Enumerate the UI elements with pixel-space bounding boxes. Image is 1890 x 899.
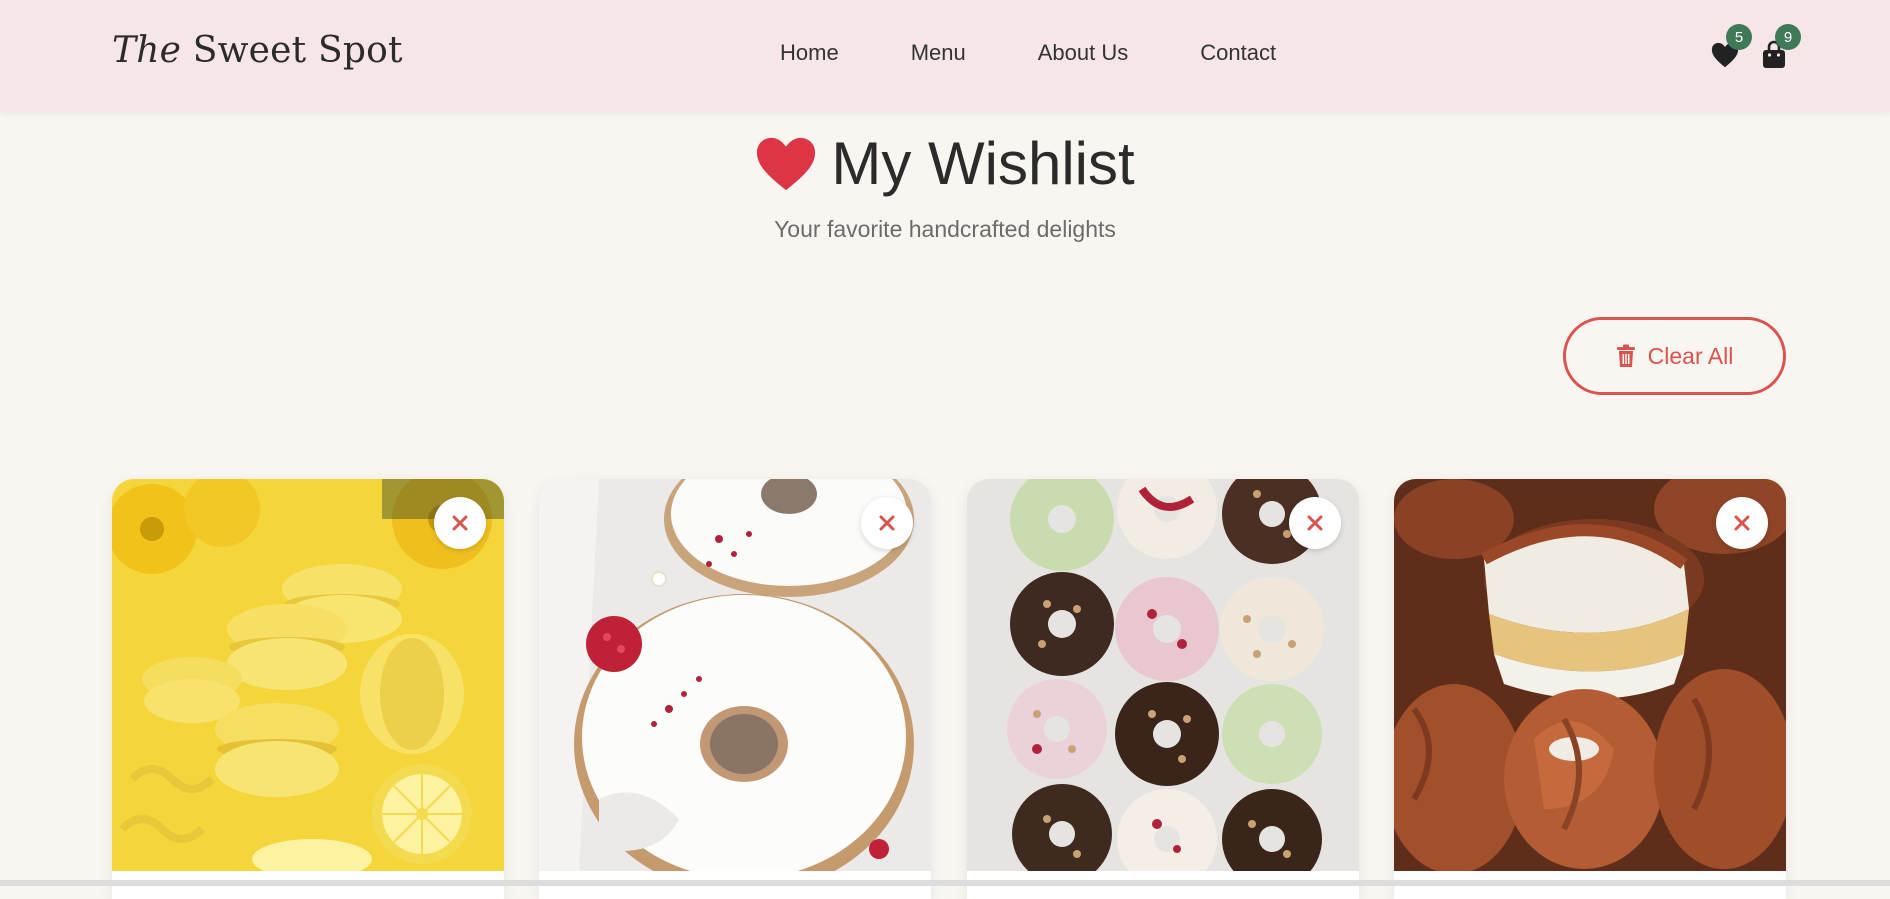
page-title-text: My Wishlist <box>831 130 1135 197</box>
wishlist-card[interactable] <box>967 479 1359 899</box>
nav-link-home[interactable]: Home <box>780 40 839 66</box>
remove-item-button[interactable] <box>861 497 913 549</box>
remove-item-button[interactable] <box>1289 497 1341 549</box>
cart-count-badge: 9 <box>1775 24 1801 50</box>
close-icon <box>1734 515 1750 531</box>
wishlist-card[interactable] <box>1394 479 1786 899</box>
close-icon <box>452 515 468 531</box>
wishlist-hero: My Wishlist Your favorite handcrafted de… <box>0 128 1890 243</box>
cart-button[interactable]: 9 <box>1759 24 1801 70</box>
horizontal-scrollbar[interactable] <box>0 880 1890 886</box>
remove-item-button[interactable] <box>434 497 486 549</box>
wishlist-count-badge: 5 <box>1726 24 1752 50</box>
close-icon <box>879 515 895 531</box>
navbar: The Sweet Spot Home Menu About Us Contac… <box>0 0 1890 112</box>
remove-item-button[interactable] <box>1716 497 1768 549</box>
brand-name: Sweet Spot <box>192 30 403 71</box>
nav-link-about[interactable]: About Us <box>1038 40 1129 66</box>
heart-icon <box>757 137 816 191</box>
trash-icon <box>1616 344 1635 367</box>
wishlist-button[interactable]: 5 <box>1710 24 1752 70</box>
brand-logo[interactable]: The Sweet Spot <box>112 30 403 71</box>
nav-links: Home Menu About Us Contact <box>780 40 1276 66</box>
clear-all-label: Clear All <box>1647 342 1734 369</box>
wishlist-card[interactable] <box>112 479 504 899</box>
page-title: My Wishlist <box>755 128 1135 200</box>
nav-link-menu[interactable]: Menu <box>911 40 966 66</box>
nav-link-contact[interactable]: Contact <box>1200 40 1276 66</box>
brand-italic: The <box>112 30 182 71</box>
page-subtitle: Your favorite handcrafted delights <box>774 216 1116 242</box>
wishlist-card[interactable] <box>539 479 931 899</box>
clear-all-button[interactable]: Clear All <box>1563 317 1786 395</box>
close-icon <box>1307 515 1323 531</box>
